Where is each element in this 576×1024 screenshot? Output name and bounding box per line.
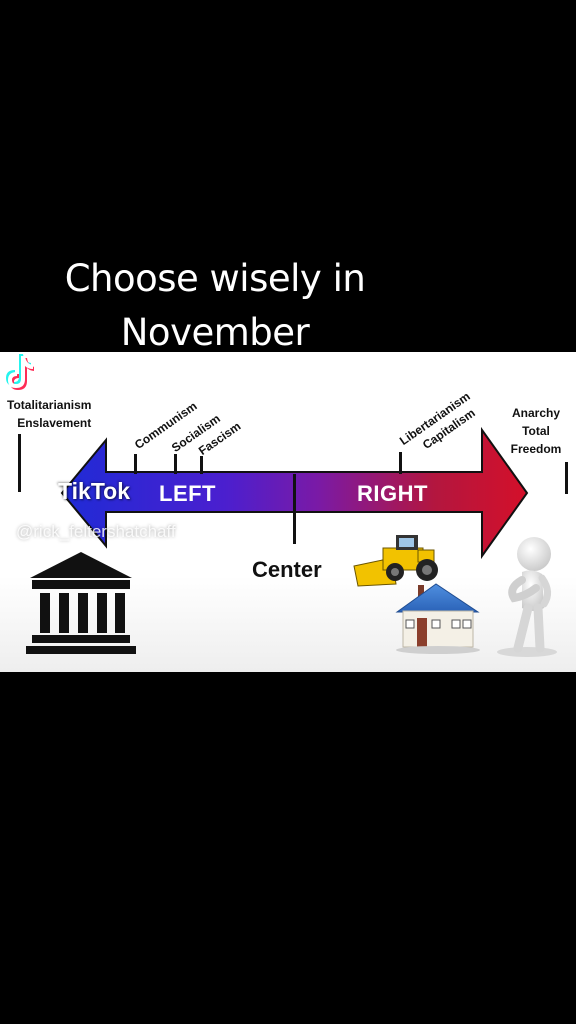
left-end-label: Totalitarianism Enslavement xyxy=(7,396,91,432)
left-end-line-1: Totalitarianism xyxy=(7,398,92,412)
political-spectrum-diagram: Totalitarianism Enslavement Anarchy Tota… xyxy=(0,352,576,672)
government-building-icon xyxy=(26,552,136,654)
tiktok-brand: TikTok xyxy=(58,478,130,504)
caption-line-1: Choose wisely in xyxy=(64,257,366,300)
right-end-line-2: Total xyxy=(522,424,550,438)
right-end-line-1: Anarchy xyxy=(511,406,561,420)
arrow-left-label: LEFT xyxy=(159,481,216,506)
tiktok-logo-icon xyxy=(6,354,34,390)
libertarianism-tick xyxy=(399,452,402,474)
caption: Choose wisely in November xyxy=(0,252,430,360)
socialism-tick xyxy=(174,454,177,474)
arrow-right-label: RIGHT xyxy=(357,481,428,506)
left-end-line-2: Enslavement xyxy=(17,416,92,430)
communism-tick xyxy=(134,454,137,474)
tiktok-handle: @rick_feltershatchaff xyxy=(16,522,176,541)
thinking-figure-icon xyxy=(497,537,557,657)
right-end-label: Anarchy Total Freedom xyxy=(503,404,569,458)
fascism-tick xyxy=(200,456,203,474)
bulldozer-icon xyxy=(353,535,438,587)
center-label: Center xyxy=(252,557,322,582)
house-icon xyxy=(395,583,480,654)
right-end-tick xyxy=(565,462,568,494)
left-end-tick xyxy=(18,434,21,492)
right-end-line-3: Freedom xyxy=(510,442,562,456)
center-divider xyxy=(293,474,296,544)
